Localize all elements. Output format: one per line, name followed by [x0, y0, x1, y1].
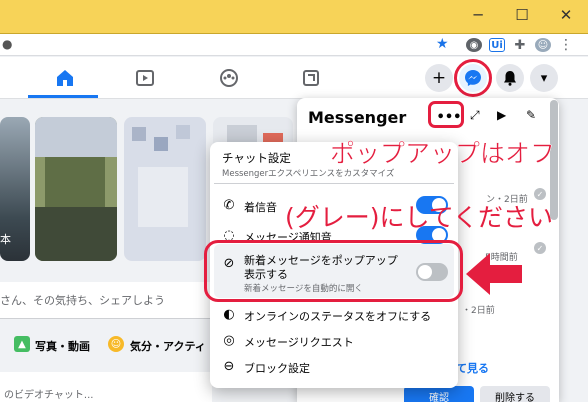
account-menu-button[interactable]: ▾ [530, 64, 558, 92]
menu-item-message-requests[interactable]: メッセージリクエスト [244, 334, 354, 350]
menu-item-block-settings[interactable]: ブロック設定 [244, 360, 310, 376]
compose-icon[interactable]: ✎ [526, 108, 536, 122]
groups-tab[interactable] [210, 64, 248, 92]
feeling-activity-button[interactable]: 気分・アクティ [130, 338, 206, 354]
composer-placeholder: さん、その気持ち、シェアしよう [0, 294, 165, 307]
groups-icon [220, 69, 238, 87]
minimize-button[interactable]: ─ [456, 0, 500, 30]
block-icon: ⊖ [223, 358, 235, 374]
tab-indicator-icon: ● [2, 37, 13, 51]
gaming-tab[interactable] [292, 64, 330, 92]
active-tab-indicator [28, 95, 98, 98]
messenger-title: Messenger [308, 108, 407, 127]
phone-icon: ✆ [223, 197, 235, 213]
story-card-3[interactable] [124, 117, 206, 261]
menu-item-online-status[interactable]: オンラインのステータスをオフにする [244, 308, 431, 324]
menu-divider [214, 183, 454, 184]
annotation-line-2: (グレー)にしてください [285, 203, 554, 232]
expand-icon[interactable]: ⤢ [470, 108, 480, 123]
maximize-button[interactable]: ☐ [500, 0, 544, 30]
puzzle-icon[interactable]: ✚ [512, 38, 528, 53]
menu-item-ringtone[interactable]: 着信音 [244, 199, 277, 215]
read-check-icon-2: ✓ [534, 242, 546, 254]
video-call-icon[interactable]: ▶ [497, 108, 506, 122]
composer-box[interactable]: さん、その気持ち、シェアしよう [0, 282, 212, 318]
gaming-icon [303, 70, 319, 86]
conversation-meta-3: ・2日前 [462, 306, 495, 316]
watch-tab[interactable] [126, 64, 164, 92]
story-card-2[interactable] [35, 117, 117, 261]
annotation-line-1: ポップアップはオフ [330, 139, 556, 169]
notifications-button[interactable] [496, 64, 524, 92]
story-card-1[interactable]: 本 [0, 117, 30, 261]
delete-button[interactable]: 削除する [480, 386, 550, 402]
messenger-highlight-ring [454, 59, 492, 97]
red-arrow-icon [464, 251, 524, 301]
ui-extension-icon[interactable]: Ui [489, 38, 505, 52]
star-icon[interactable]: ★ [436, 36, 449, 52]
create-button[interactable]: + [425, 64, 453, 92]
feeling-icon: ☺ [108, 336, 124, 352]
feed-post-snippet: のビデオチャット... [4, 390, 94, 401]
composer-divider [0, 318, 212, 319]
video-icon [136, 70, 154, 86]
photo-icon: ▲ [14, 336, 30, 352]
bell-icon [504, 71, 516, 86]
story-caption: 本 [0, 233, 11, 246]
chat-settings-title: チャット設定 [222, 151, 291, 165]
home-icon [57, 70, 73, 86]
close-window-button[interactable]: ✕ [544, 0, 588, 30]
screenshot-stage: ─ ☐ ✕ ● ★ ◉ Ui ✚ ☺ ⋮ + ▾ 本 さん、その気持ち、シェアし… [0, 0, 588, 402]
options-highlight-box [428, 101, 464, 128]
see-all-link[interactable]: て見る [456, 360, 489, 376]
photo-video-button[interactable]: 写真・動画 [35, 338, 90, 354]
popup-highlight-box [204, 240, 463, 302]
profile-sync-icon[interactable]: ◉ [466, 38, 482, 52]
message-request-icon: ◎ [223, 332, 235, 348]
home-tab[interactable] [46, 64, 84, 92]
avatar-icon[interactable]: ☺ [535, 38, 551, 52]
online-status-icon: ◐ [223, 306, 235, 322]
feed-post: のビデオチャット... [0, 372, 212, 402]
kebab-menu-icon[interactable]: ⋮ [558, 37, 574, 53]
confirm-button[interactable]: 確認 [404, 386, 474, 402]
